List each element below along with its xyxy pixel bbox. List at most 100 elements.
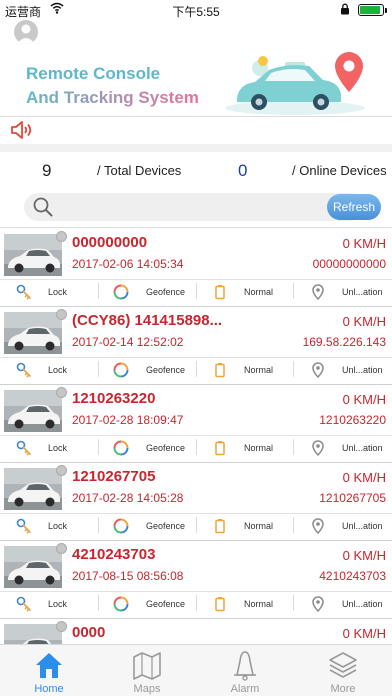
divider <box>98 595 99 611</box>
battery-icon <box>358 4 387 16</box>
device-imei: 169.58.226.143 <box>302 335 386 349</box>
device-name: 1210263220 <box>72 390 156 407</box>
device-imei: 1210267705 <box>319 491 386 505</box>
location-label: Unl...ation <box>342 443 383 453</box>
divider <box>0 357 392 358</box>
tab-label: Maps <box>133 683 161 695</box>
divider <box>293 283 294 299</box>
device-speed: 0 KM/H <box>342 314 386 329</box>
device-imei: 00000000000 <box>312 257 386 271</box>
divider <box>98 361 99 377</box>
home-icon <box>33 649 65 681</box>
key-icon[interactable] <box>16 284 32 300</box>
divider <box>0 116 392 117</box>
location-pin-icon[interactable] <box>310 440 326 456</box>
vehicle-photo <box>4 468 62 510</box>
tab-home[interactable]: Home <box>0 645 98 696</box>
device-speed: 0 KM/H <box>342 236 386 251</box>
status-bar: 运营商 下午5:55 <box>0 0 392 20</box>
device-row[interactable]: 4210243703 0 KM/H 2017-08-15 08:56:08 42… <box>0 541 392 619</box>
device-speed: 0 KM/H <box>342 470 386 485</box>
divider <box>0 227 392 228</box>
divider <box>196 517 197 533</box>
key-icon[interactable] <box>16 362 32 378</box>
status-dot <box>56 621 67 632</box>
tab-more[interactable]: More <box>294 645 392 696</box>
banner-title-line2: And Tracking System <box>26 88 199 107</box>
divider <box>98 283 99 299</box>
geofence-icon[interactable] <box>113 518 129 534</box>
battery-status-icon <box>215 285 225 300</box>
status-dot <box>56 309 67 320</box>
status-dot <box>56 543 67 554</box>
location-pin-icon[interactable] <box>310 362 326 378</box>
battery-status-icon <box>215 441 225 456</box>
device-name: 1210267705 <box>72 468 156 485</box>
location-pin-icon[interactable] <box>310 284 326 300</box>
device-timestamp: 2017-02-06 14:05:34 <box>72 257 184 271</box>
car-location-illustration <box>225 52 365 115</box>
device-row[interactable]: 1210267705 0 KM/H 2017-02-28 14:05:28 12… <box>0 463 392 541</box>
vehicle-photo <box>4 624 62 644</box>
device-row[interactable]: (CCY86) 141415898... 0 KM/H 2017-02-14 1… <box>0 307 392 385</box>
location-pin-icon[interactable] <box>310 518 326 534</box>
geofence-icon[interactable] <box>113 284 129 300</box>
key-icon[interactable] <box>16 440 32 456</box>
device-timestamp: 2017-08-15 08:56:08 <box>72 569 184 583</box>
refresh-button[interactable]: Refresh <box>327 194 381 220</box>
device-name: 4210243703 <box>72 546 156 563</box>
geofence-label: Geofence <box>146 287 186 297</box>
vehicle-photo <box>4 234 62 276</box>
device-row[interactable]: 0000 0 KM/H <box>0 619 392 644</box>
app-screen: 运营商 下午5:55 Remote Console And Tracking S… <box>0 0 392 696</box>
device-row[interactable]: 000000000 0 KM/H 2017-02-06 14:05:34 000… <box>0 229 392 307</box>
device-row[interactable]: 1210263220 0 KM/H 2017-02-28 18:09:47 12… <box>0 385 392 463</box>
lock-status-label: Lock <box>48 443 68 453</box>
speaker-icon[interactable] <box>9 118 35 142</box>
battery-status-icon <box>215 597 225 612</box>
vehicle-photo <box>4 390 62 432</box>
geofence-icon[interactable] <box>113 440 129 456</box>
lock-status-label: Lock <box>48 365 68 375</box>
geofence-label: Geofence <box>146 599 186 609</box>
status-dot <box>56 465 67 476</box>
bell-icon <box>229 649 261 681</box>
power-status-label: Normal <box>244 287 274 297</box>
divider <box>196 283 197 299</box>
avatar[interactable] <box>14 20 38 44</box>
search-input[interactable] <box>58 197 318 217</box>
status-dot <box>56 231 67 242</box>
map-icon <box>131 649 163 681</box>
device-timestamp: 2017-02-28 18:09:47 <box>72 413 184 427</box>
device-speed: 0 KM/H <box>342 392 386 407</box>
vehicle-photo <box>4 312 62 354</box>
device-list[interactable]: 000000000 0 KM/H 2017-02-06 14:05:34 000… <box>0 229 392 644</box>
battery-status-icon <box>215 519 225 534</box>
device-name: 000000000 <box>72 234 148 251</box>
divider <box>293 595 294 611</box>
battery-fill <box>360 6 380 14</box>
geofence-icon[interactable] <box>113 362 129 378</box>
battery-status-icon <box>215 363 225 378</box>
tab-alarm[interactable]: Alarm <box>196 645 294 696</box>
key-icon[interactable] <box>16 596 32 612</box>
total-devices-label: / Total Devices <box>97 163 182 178</box>
lock-status-label: Lock <box>48 599 68 609</box>
power-status-label: Normal <box>244 599 274 609</box>
power-status-label: Normal <box>244 521 274 531</box>
location-pin-icon[interactable] <box>310 596 326 612</box>
banner-title-line1: Remote Console <box>26 64 161 83</box>
device-imei: 1210263220 <box>319 413 386 427</box>
geofence-icon[interactable] <box>113 596 129 612</box>
lock-status-label: Lock <box>48 287 68 297</box>
tab-label: Home <box>34 683 64 695</box>
power-status-label: Normal <box>244 443 274 453</box>
tab-label: Alarm <box>230 683 260 695</box>
key-icon[interactable] <box>16 518 32 534</box>
tab-maps[interactable]: Maps <box>98 645 196 696</box>
rotation-lock-icon <box>341 3 349 15</box>
layers-icon <box>327 649 359 681</box>
device-imei: 4210243703 <box>319 569 386 583</box>
location-label: Unl...ation <box>342 287 383 297</box>
location-label: Unl...ation <box>342 599 383 609</box>
